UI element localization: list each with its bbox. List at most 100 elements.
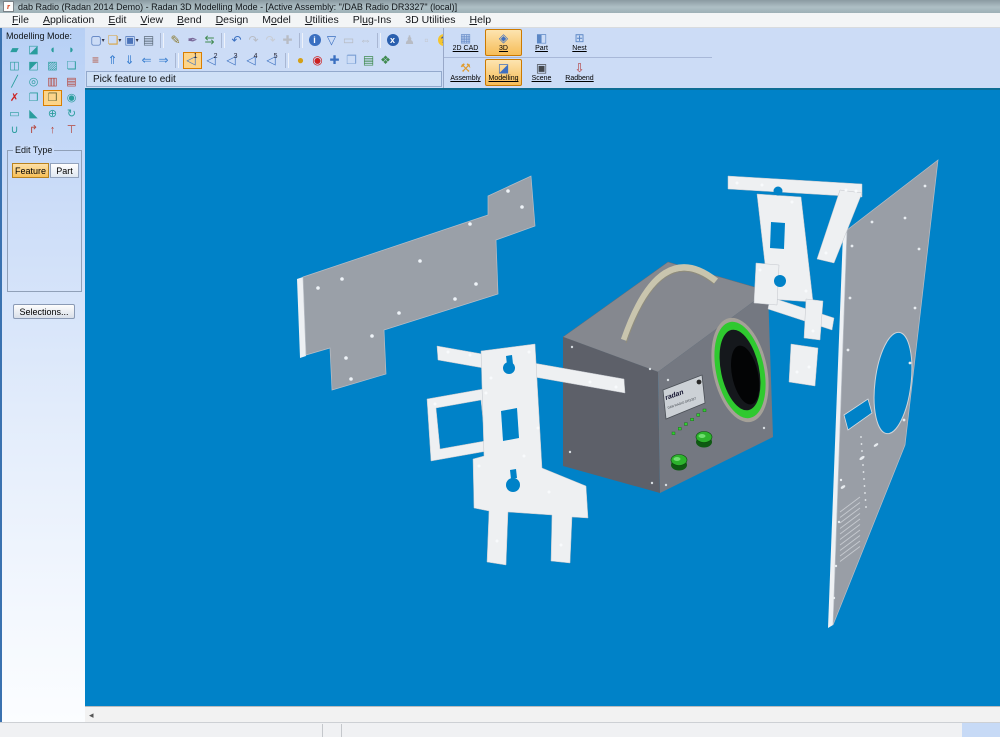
macro-icon: ▫ <box>419 32 435 49</box>
mode-radbend-button[interactable]: ⇩Radbend <box>561 59 598 86</box>
toolbar-row-1: ▢▾❏▾▣▾▤✎✒⇆↶↷↷✚i▽▭⇔x♟▫? <box>89 30 452 50</box>
shield-icon[interactable]: ❖ <box>378 52 394 69</box>
roll-icon[interactable]: ◖ <box>43 42 62 58</box>
mode-scene-button[interactable]: ▣Scene <box>523 59 560 86</box>
view-down-icon[interactable]: ⇓ <box>122 52 138 69</box>
view-up-icon[interactable]: ⇑ <box>105 52 121 69</box>
view-5-button[interactable]: ◁5 <box>263 52 282 69</box>
fold-icon[interactable]: ◪ <box>24 42 43 58</box>
delete-icon[interactable]: ✗ <box>5 90 24 106</box>
menu-item-bend[interactable]: Bend <box>170 14 209 26</box>
target-point-icon[interactable]: ◉ <box>310 52 326 69</box>
rod-icon[interactable]: ╱ <box>5 74 24 90</box>
mode-2d-cad-button[interactable]: ▦2D CAD <box>447 29 484 56</box>
levels-icon[interactable]: ≡ <box>88 52 104 69</box>
unfold-icon[interactable]: ◫ <box>5 58 24 74</box>
copy-view-icon[interactable]: ❐ <box>344 52 360 69</box>
open-file-icon[interactable]: ❏▾ <box>107 32 123 49</box>
viewport-3d[interactable]: radan DAB RADIO DR3327 <box>85 90 1000 706</box>
selections-button[interactable]: Selections... <box>13 304 75 319</box>
redo-icon: ↷ <box>246 32 262 49</box>
view-3-button[interactable]: ◁3 <box>223 52 242 69</box>
mode-modelling-icon: ◪ <box>498 62 509 75</box>
menu-item-plug-ins[interactable]: Plug-Ins <box>346 14 399 26</box>
pin-icon[interactable]: ⊤ <box>62 122 81 138</box>
view-1-button[interactable]: ◁1 <box>183 52 202 69</box>
edit-wand-icon[interactable]: ✒ <box>185 32 201 49</box>
jog-icon[interactable]: ↑ <box>43 122 62 138</box>
pan-icon[interactable]: ✚ <box>327 52 343 69</box>
scroll-left-icon[interactable]: ◂ <box>89 708 94 722</box>
menu-item-utilities[interactable]: Utilities <box>298 14 346 26</box>
report-icon[interactable]: ▤ <box>361 52 377 69</box>
measure-icon[interactable]: ▭ <box>5 106 24 122</box>
excel-export-icon[interactable]: x <box>385 32 401 49</box>
view-2-button[interactable]: ◁2 <box>203 52 222 69</box>
corner-radius-icon[interactable]: ◣ <box>24 106 43 122</box>
toolbar-separator <box>160 33 164 48</box>
title-bar[interactable]: r dab Radio (Radan 2014 Demo) - Radan 3D… <box>0 0 1000 13</box>
menu-bar[interactable]: FileApplicationEditViewBendDesignModelUt… <box>0 13 1000 28</box>
sheet-icon[interactable]: ▰ <box>5 42 24 58</box>
edit-feature-icon[interactable]: ❒ <box>43 90 62 106</box>
mode-assembly-button[interactable]: ⚒Assembly <box>447 59 484 86</box>
menu-item-model[interactable]: Model <box>255 14 298 26</box>
app-icon: r <box>3 1 14 12</box>
palette-title: Modelling Mode: <box>6 31 72 41</box>
new-document-icon[interactable]: ▢▾ <box>90 32 106 49</box>
import-part-icon[interactable]: ▥ <box>43 74 62 90</box>
horizontal-scrollbar[interactable]: ◂ <box>85 706 1000 722</box>
face-icon[interactable]: ◩ <box>24 58 43 74</box>
twist-icon[interactable]: ↻ <box>62 106 81 122</box>
cylinder-icon[interactable]: ◎ <box>24 74 43 90</box>
solid-box-icon[interactable]: ▨ <box>43 58 62 74</box>
repeat-icon: ↷ <box>263 32 279 49</box>
radio-knob-1[interactable] <box>696 432 712 448</box>
form-icon[interactable]: ◗ <box>62 42 81 58</box>
status-separator <box>322 724 323 737</box>
filter-icon[interactable]: ▽ <box>324 32 340 49</box>
draw-pencil-icon[interactable]: ✎ <box>168 32 184 49</box>
sketch-icon[interactable]: ∪ <box>5 122 24 138</box>
view-left-icon[interactable]: ⇐ <box>139 52 155 69</box>
toolbar-separator <box>221 33 225 48</box>
radio-knob-2[interactable] <box>671 455 687 471</box>
mode-3d-button[interactable]: ◈3D <box>485 29 522 56</box>
dropdown-arrow-icon: ▾ <box>102 37 105 44</box>
mode-part-icon: ◧ <box>536 32 547 45</box>
view-feature-icon[interactable]: ◉ <box>62 90 81 106</box>
menu-item-design[interactable]: Design <box>209 14 256 26</box>
move-icon: ✚ <box>280 32 296 49</box>
save-icon[interactable]: ▣▾ <box>124 32 140 49</box>
menu-item-application[interactable]: Application <box>36 14 101 26</box>
status-right-cell <box>962 723 1000 737</box>
duplicate-icon[interactable]: ❐ <box>24 90 43 106</box>
feature-button[interactable]: Feature <box>12 163 49 178</box>
replace-icon[interactable]: ⇆ <box>202 32 218 49</box>
view-4-button[interactable]: ◁4 <box>243 52 262 69</box>
menu-item-help[interactable]: Help <box>462 14 498 26</box>
toolbar-separator <box>299 33 303 48</box>
bend-up-icon[interactable]: ↱ <box>24 122 43 138</box>
info-icon[interactable]: i <box>307 32 323 49</box>
mode-modelling-button[interactable]: ◪Modelling <box>485 59 522 86</box>
mode-nest-button[interactable]: ⊞Nest <box>561 29 598 56</box>
undo-icon[interactable]: ↶ <box>229 32 245 49</box>
menu-item-edit[interactable]: Edit <box>101 14 133 26</box>
zoom-box-icon: ▭ <box>341 32 357 49</box>
corner-bend-icon[interactable]: ❏ <box>62 58 81 74</box>
status-separator <box>341 724 342 737</box>
toolbar-separator <box>175 53 179 68</box>
part-button[interactable]: Part <box>50 163 79 178</box>
edit-type-label: Edit Type <box>13 145 54 155</box>
print-icon[interactable]: ▤ <box>141 32 157 49</box>
menu-item-3d-utilities[interactable]: 3D Utilities <box>398 14 462 26</box>
mode-part-button[interactable]: ◧Part <box>523 29 560 56</box>
menu-item-file[interactable]: File <box>5 14 36 26</box>
view-right-icon[interactable]: ⇒ <box>156 52 172 69</box>
drill-icon[interactable]: ⊕ <box>43 106 62 122</box>
export-part-icon[interactable]: ▤ <box>62 74 81 90</box>
menu-item-view[interactable]: View <box>133 14 170 26</box>
shaded-view-icon[interactable]: ● <box>293 52 309 69</box>
left-sidebar: Modelling Mode: ▰◪◖◗ ◫◩▨❏ ╱◎▥▤ ✗❐❒◉ ▭◣⊕↻ ∪↱↑⊤… <box>0 28 85 722</box>
